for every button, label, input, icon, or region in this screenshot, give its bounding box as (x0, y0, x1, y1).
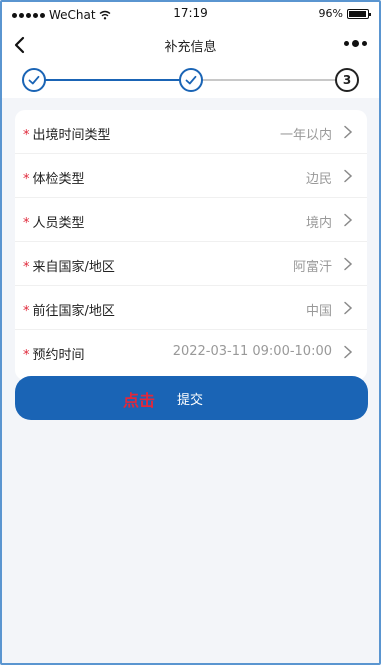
form-row-person-type[interactable]: * 人员类型 境内 (15, 198, 367, 242)
more-dots-icon[interactable] (344, 40, 367, 47)
row-label: * 预约时间 (23, 344, 85, 363)
row-label: * 人员类型 (23, 212, 85, 231)
row-value: 中国 (305, 304, 332, 319)
battery-icon (347, 8, 371, 19)
required-mark: * (23, 304, 30, 319)
form-row-appointment-time[interactable]: * 预约时间 2022-03-11 09:00-10:00 (15, 330, 367, 374)
status-bar: WeChat 17:19 96% (2, 2, 379, 26)
step-number: 3 (342, 73, 352, 87)
row-label: * 出境时间类型 (23, 124, 111, 143)
step-1-complete (22, 68, 46, 92)
row-label: * 前往国家/地区 (23, 300, 115, 319)
form-row-destination-country[interactable]: * 前往国家/地区 中国 (15, 286, 367, 330)
step-3-current: 3 (335, 68, 359, 92)
submit-button[interactable]: 点击 提交 (15, 376, 368, 420)
step-connector-done (34, 79, 192, 81)
label-text: 出境时间类型 (32, 128, 111, 143)
required-mark: * (23, 348, 30, 363)
step-2-complete (179, 68, 203, 92)
required-mark: * (23, 260, 30, 275)
progress-steps: 3 (2, 64, 379, 98)
step-connector-pending (192, 79, 348, 81)
chevron-right-icon (344, 257, 353, 271)
row-value: 阿富汗 (292, 260, 332, 275)
form-row-exam-type[interactable]: * 体检类型 边民 (15, 154, 367, 198)
chevron-right-icon (344, 213, 353, 227)
label-text: 体检类型 (32, 172, 85, 187)
phone-frame: WeChat 17:19 96% 补充信息 3 * 出境时间类型 一年以内 * … (0, 0, 381, 665)
row-value: 2022-03-11 09:00-10:00 (172, 344, 332, 359)
battery-percent: 96% (318, 7, 343, 20)
row-label: * 来自国家/地区 (23, 256, 115, 275)
form-row-origin-country[interactable]: * 来自国家/地区 阿富汗 (15, 242, 367, 286)
chevron-right-icon (344, 345, 353, 359)
required-mark: * (23, 128, 30, 143)
check-icon (185, 75, 197, 85)
label-text: 前往国家/地区 (32, 304, 115, 319)
chevron-right-icon (344, 125, 353, 139)
form-card: * 出境时间类型 一年以内 * 体检类型 边民 * 人员类型 境内 * 来自国家/地区 … (15, 110, 367, 380)
label-text: 来自国家/地区 (32, 260, 115, 275)
page-title: 补充信息 (164, 40, 217, 55)
required-mark: * (23, 172, 30, 187)
row-label: * 体检类型 (23, 168, 85, 187)
label-text: 预约时间 (32, 348, 85, 363)
label-text: 人员类型 (32, 216, 85, 231)
row-value: 边民 (305, 172, 332, 187)
submit-label: 提交 (177, 393, 204, 408)
chevron-right-icon (344, 301, 353, 315)
row-value: 一年以内 (279, 128, 332, 143)
chevron-right-icon (344, 169, 353, 183)
nav-bar: 补充信息 (2, 26, 379, 64)
check-icon (28, 75, 40, 85)
form-row-departure-time-type[interactable]: * 出境时间类型 一年以内 (15, 110, 367, 154)
click-hint-text: 点击 (123, 391, 156, 410)
battery-indicator: 96% (318, 7, 371, 20)
required-mark: * (23, 216, 30, 231)
row-value: 境内 (305, 216, 332, 231)
